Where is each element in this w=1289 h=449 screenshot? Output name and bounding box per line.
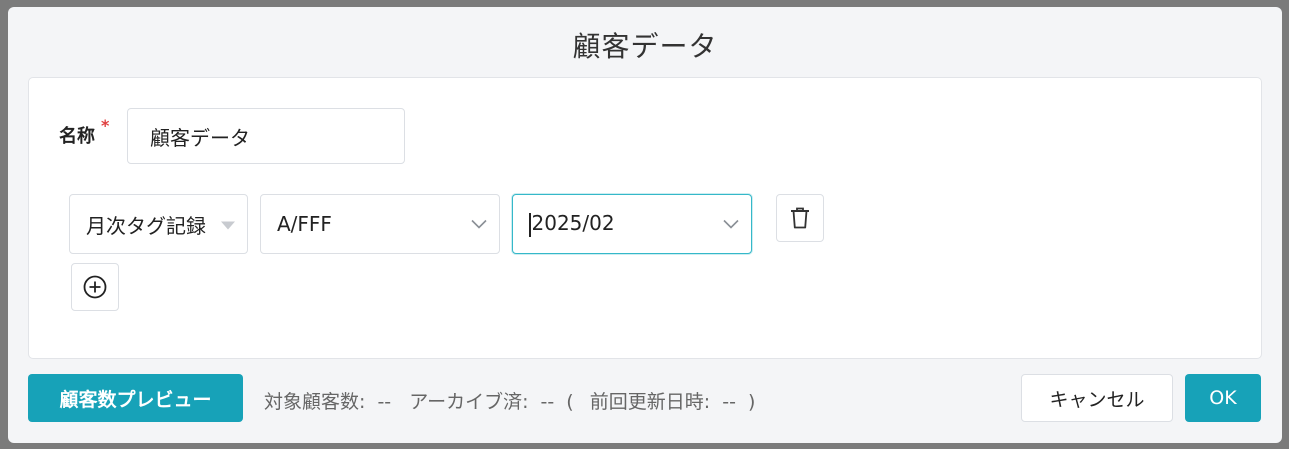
preview-count-button[interactable]: 顧客数プレビュー — [28, 374, 243, 422]
paren-open: ( — [566, 391, 574, 413]
target-count-value: -- — [377, 391, 392, 413]
dialog-title: 顧客データ — [572, 30, 718, 63]
tag-value: A/FFF — [277, 212, 332, 236]
ok-button[interactable]: OK — [1185, 374, 1261, 422]
delete-condition-button[interactable] — [776, 194, 824, 242]
paren-close: ) — [747, 391, 756, 413]
condition-type-value: 月次タグ記録 — [86, 213, 206, 238]
caret-down-icon — [221, 215, 235, 234]
archived-value: -- — [540, 391, 555, 413]
required-mark: * — [101, 116, 110, 135]
cancel-button[interactable]: キャンセル — [1021, 374, 1173, 422]
text-cursor — [529, 212, 531, 237]
name-input[interactable] — [127, 108, 405, 164]
trash-icon — [791, 207, 809, 229]
plus-circle-icon — [83, 275, 107, 299]
archived-label: アーカイブ済: — [409, 391, 529, 413]
condition-type-select[interactable]: 月次タグ記録 — [69, 194, 248, 254]
tag-select[interactable]: A/FFF — [260, 194, 500, 254]
name-label: 名称 — [59, 126, 95, 147]
customer-stats: 対象顧客数: -- アーカイブ済: -- ( 前回更新日時: -- ) — [264, 387, 761, 414]
chevron-down-icon — [471, 215, 487, 234]
month-select[interactable]: 2025/02 — [512, 194, 752, 254]
add-condition-button[interactable] — [71, 263, 119, 311]
last-updated-label: 前回更新日時: — [589, 391, 711, 413]
month-value: 2025/02 — [531, 211, 615, 236]
target-count-label: 対象顧客数: — [264, 391, 366, 413]
last-updated-value: -- — [722, 391, 736, 413]
dialog: 顧客データ 名称 * 月次タグ記録 A/FFF 2025/02 — [8, 7, 1282, 443]
chevron-down-icon — [723, 215, 739, 234]
form-panel: 名称 * 月次タグ記録 A/FFF 2025/02 — [28, 77, 1262, 359]
